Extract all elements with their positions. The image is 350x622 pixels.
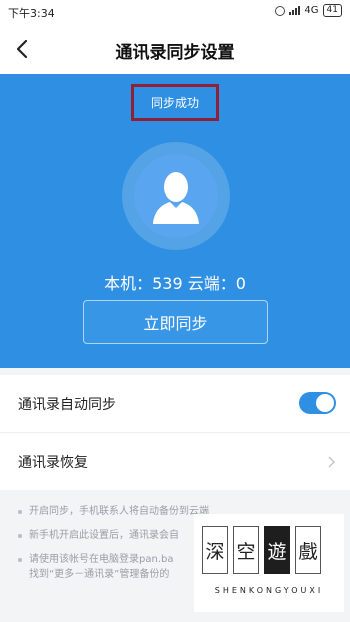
avatar-inner-circle [134,154,218,238]
sync-now-label: 立即同步 [143,314,208,333]
watermark-char: 深 [202,526,228,574]
watermark-char: 戲 [295,526,321,574]
auto-sync-label: 通讯录自动同步 [18,397,116,413]
contacts-restore-label: 通讯录恢复 [18,455,88,471]
status-time: 下午3:34 [8,7,55,20]
tip-text: 新手机开启此设置后，通讯录会自 [29,530,179,541]
battery-icon: 41 [322,4,342,17]
auto-sync-row[interactable]: 通讯录自动同步 [0,375,350,433]
contact-counts: 本机：539 云端：0 [104,274,246,293]
network-type: 4G [304,5,319,16]
avatar [122,142,230,250]
watermark-chars: 深 空 遊 戲 [202,526,321,574]
toggle-knob [316,394,334,412]
status-bar: 下午3:34 4G 41 [0,0,350,24]
tip-text: 请使用该帐号在电脑登录pan.ba [29,554,174,565]
sync-now-button[interactable]: 立即同步 [83,300,268,344]
alarm-icon [275,5,286,16]
bullet-icon [18,510,22,514]
settings-list: 通讯录自动同步 通讯录恢复 [0,375,350,491]
sync-hero-panel: 同步成功 本机：539 云端：0 立即同步 [0,74,350,368]
tip-item: 请使用该帐号在电脑登录pan.ba [18,553,173,568]
status-indicators: 4G 41 [275,4,342,17]
chevron-right-icon [328,456,336,468]
nav-bar: 通讯录同步设置 [0,24,350,74]
tip-text-continued: 找到“更多－通讯录”管理备份的 [29,569,170,580]
highlight-box [131,84,219,121]
bullet-icon [18,534,22,538]
watermark-char: 空 [233,526,259,574]
tip-text: 开启同步，手机联系人将自动备份到云端 [29,506,209,517]
tip-item: 新手机开启此设置后，通讯录会自 [18,529,179,544]
contacts-restore-row[interactable]: 通讯录恢复 [0,433,350,491]
watermark-char: 遊 [264,526,290,574]
person-silhouette-icon [153,172,199,224]
auto-sync-toggle[interactable] [299,392,336,414]
bullet-icon [18,558,22,562]
battery-level: 41 [326,5,338,15]
page-title: 通讯录同步设置 [115,43,235,63]
watermark-logo: 深 空 遊 戲 SHENKONGYOUXI [194,514,344,612]
signal-icon [289,6,301,15]
tip-item: 开启同步，手机联系人将自动备份到云端 [18,505,209,520]
watermark-subtitle: SHENKONGYOUXI [214,586,324,595]
